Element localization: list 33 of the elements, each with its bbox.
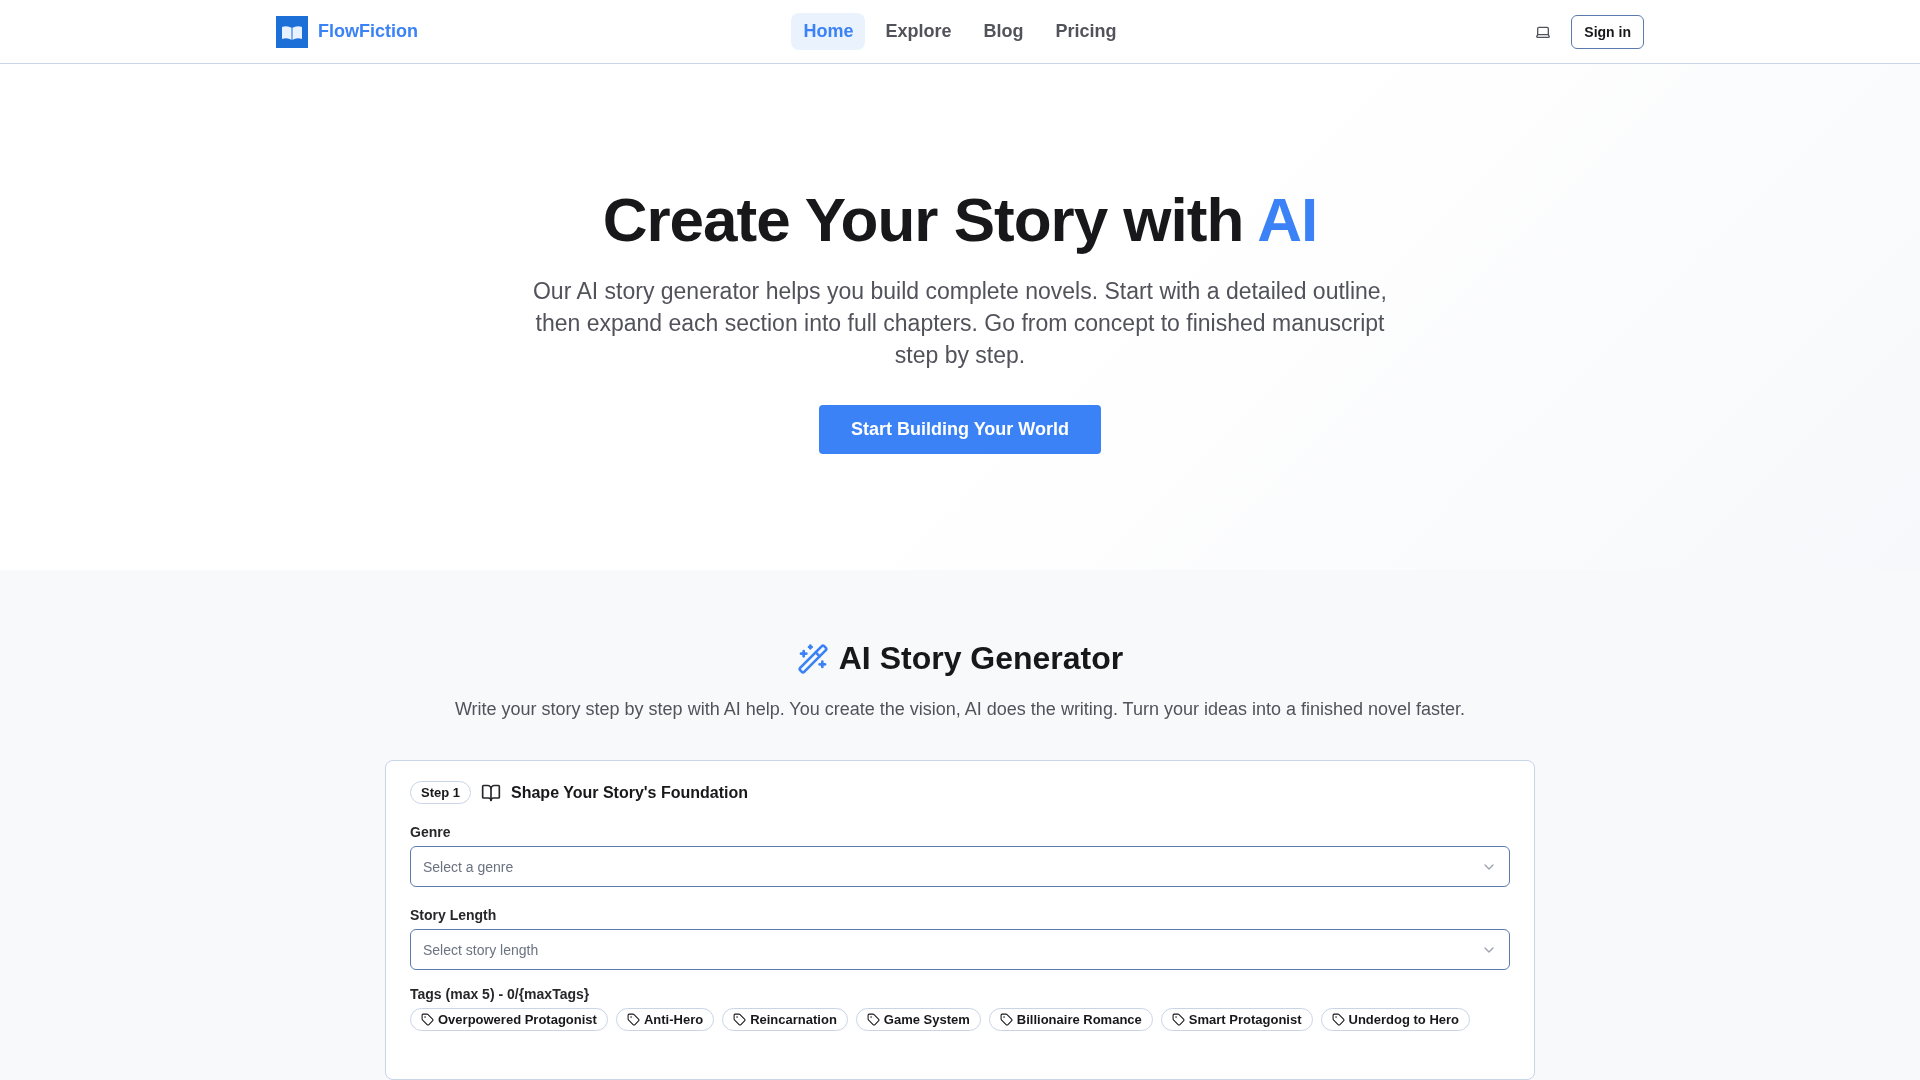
tag-chip[interactable]: Smart Protagonist [1160,1008,1313,1031]
select-field[interactable]: Select story length [410,929,1510,970]
hero-subtitle: Our AI story generator helps you build complete novels. Start with a detailed outline, then expand each section into full chapters. Go from concept to finished manuscript step by step. [531,277,1388,370]
section-subtitle: Write your story step by step with AI help. You create the vision, AI does the writing. Turn your ideas into a finished novel faster. [454,699,1466,720]
tag-icon [866,1013,880,1026]
section-title: AI Story Generator [838,640,1124,677]
nav-link[interactable]: Pricing [1043,13,1129,50]
logo-icon [276,15,308,48]
hero-title: Create Your Story with AI [602,184,1318,255]
magic-wand-icon [796,642,829,675]
step-title: Shape Your Story's Foundation [511,783,749,802]
tag-chip[interactable]: Game System [855,1008,981,1031]
cta-button[interactable]: Start Building Your World [819,405,1101,454]
field-label: Story Length [410,907,498,923]
select-field[interactable]: Select a genre [410,846,1510,887]
tag-icon [421,1013,434,1026]
tag-chip[interactable]: Reincarnation [722,1008,848,1031]
sign-in-button[interactable]: Sign in [1571,14,1644,49]
book-icon [481,782,501,803]
tag-chip[interactable]: Billionaire Romance [988,1008,1153,1031]
tag-chip[interactable]: Anti-Hero [615,1008,715,1031]
field-label: Genre [410,824,452,840]
brand-name[interactable]: FlowFiction [318,21,418,42]
tag-icon [1171,1013,1185,1026]
nav-link[interactable]: Blog [971,13,1036,50]
tag-icon [626,1013,640,1026]
tag-icon [999,1013,1013,1026]
tag-icon [733,1013,747,1026]
tag-chip[interactable]: Overpowered Protagonist [410,1008,608,1031]
tag-icon [1331,1013,1345,1026]
nav-link[interactable]: Explore [873,13,964,50]
tag-chip[interactable]: Underdog to Hero [1320,1008,1470,1031]
tags-label: Tags (max 5) - 0/{maxTags} [410,986,591,1002]
